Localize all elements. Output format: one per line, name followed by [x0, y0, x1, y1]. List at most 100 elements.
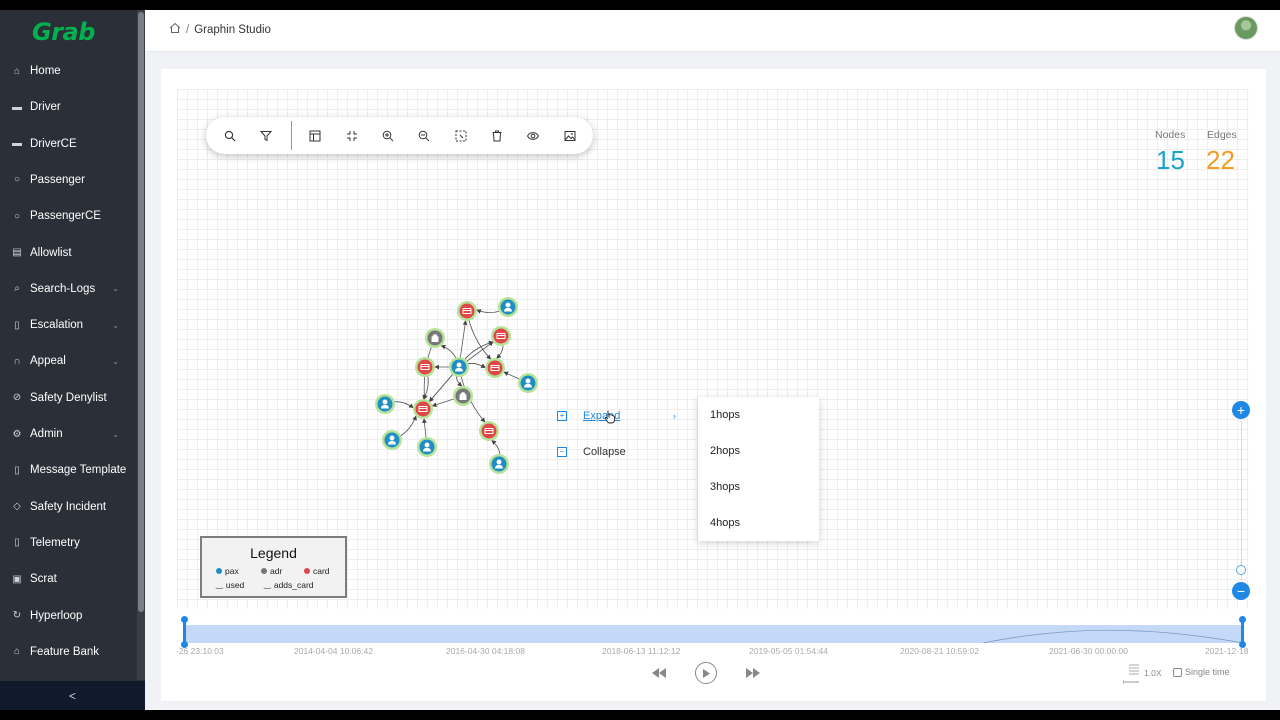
- sidebar-item-passengerce[interactable]: ○ PassengerCE: [0, 198, 137, 234]
- sidebar-item-driver[interactable]: ▬ Driver: [0, 89, 137, 125]
- legend-label-adds-card: adds_card: [273, 579, 314, 590]
- legend-label-adr: adr: [270, 566, 283, 576]
- bank-icon: ⌂: [13, 646, 21, 658]
- sidebar-item-hyperloop[interactable]: ↻ Hyperloop: [0, 598, 137, 634]
- timeline-tick: -26 23:10:03: [176, 646, 224, 656]
- graph-node-card[interactable]: [457, 301, 477, 321]
- filter-button[interactable]: [257, 127, 275, 145]
- chevron-down-icon: ⌄: [112, 356, 119, 366]
- graph-node-card[interactable]: [415, 357, 435, 377]
- graph-node-pax[interactable]: [417, 437, 437, 457]
- select-button[interactable]: [452, 127, 470, 145]
- graph-node-adr[interactable]: [453, 386, 473, 406]
- adr-dot-icon: [261, 568, 267, 574]
- graph-node-card[interactable]: [491, 326, 511, 346]
- single-time-toggle[interactable]: Single time: [1173, 667, 1230, 677]
- graph-node-pax[interactable]: [518, 373, 538, 393]
- zoom-slider-track[interactable]: [1241, 421, 1242, 581]
- edges-label: Edges: [1207, 129, 1237, 141]
- user-avatar[interactable]: [1234, 16, 1258, 40]
- submenu-1hops[interactable]: 1hops: [698, 397, 819, 433]
- user-icon: ○: [13, 210, 21, 222]
- image-icon: [564, 131, 576, 141]
- zoom-out-icon: [418, 130, 430, 142]
- sidebar-item-message-template[interactable]: ▯ Message Template: [0, 452, 137, 488]
- sidebar-item-admin[interactable]: ⚙ Admin ⌄: [0, 416, 137, 452]
- graph-node-pax[interactable]: [449, 357, 469, 377]
- sidebar-item-label: DriverCE: [30, 137, 77, 150]
- grab-logo[interactable]: Grab: [32, 18, 95, 46]
- graph-node-card[interactable]: [485, 358, 505, 378]
- sidebar-item-search-logs[interactable]: ⌕ Search-Logs ⌄: [0, 271, 137, 307]
- zoom-out-button[interactable]: −: [1232, 582, 1250, 600]
- graph-node-pax[interactable]: [489, 454, 509, 474]
- sidebar-item-escalation[interactable]: ▯ Escalation ⌄: [0, 307, 137, 343]
- graph-toolbar: [206, 117, 593, 154]
- graph-node-adr[interactable]: [425, 328, 445, 348]
- chevron-right-icon: ›: [673, 411, 676, 421]
- graph-node-card[interactable]: [479, 421, 499, 441]
- context-collapse-item[interactable]: − Collapse: [545, 435, 687, 469]
- sidebar-item-telemetry[interactable]: ▯ Telemetry: [0, 525, 137, 561]
- fast-forward-button[interactable]: [745, 665, 761, 681]
- timeline-tick: 2019-05-05 01:54:44: [749, 646, 828, 656]
- sidebar-item-label: Hyperloop: [30, 609, 83, 622]
- sidebar-item-label: Safety Incident: [30, 500, 107, 513]
- sidebar-item-label: Escalation: [30, 319, 84, 332]
- timeline-start-handle[interactable]: [181, 616, 188, 648]
- select-icon: [455, 130, 467, 142]
- sidebar-item-passenger[interactable]: ○ Passenger: [0, 162, 137, 198]
- graph-stats: Nodes Edges 15 22: [1155, 129, 1265, 189]
- zoom-in-button[interactable]: +: [1232, 401, 1250, 419]
- sidebar-item-safety-denylist[interactable]: ⊘ Safety Denylist: [0, 380, 137, 416]
- headset-icon: ∩: [13, 355, 21, 367]
- fast-forward-icon: [746, 668, 760, 678]
- submenu-2hops[interactable]: 2hops: [698, 433, 819, 469]
- search-button[interactable]: [221, 127, 239, 145]
- image-button[interactable]: [561, 127, 579, 145]
- sidebar-item-home[interactable]: ⌂ Home: [0, 53, 137, 89]
- zoom-in-button[interactable]: [379, 127, 397, 145]
- sidebar-item-driverce[interactable]: ▬ DriverCE: [0, 126, 137, 162]
- timeline-tick: 2021-06-30 00:00:00: [1049, 646, 1128, 656]
- chevron-down-icon: ⌄: [112, 320, 119, 330]
- sidebar-item-feature-bank[interactable]: ⌂ Feature Bank: [0, 634, 137, 670]
- sidebar-collapse-button[interactable]: <: [0, 681, 145, 710]
- submenu-4hops[interactable]: 4hops: [698, 505, 819, 541]
- phone-icon: ▯: [14, 537, 20, 549]
- home-icon[interactable]: [169, 22, 181, 37]
- graph-node-card[interactable]: [413, 399, 433, 419]
- rewind-icon: [652, 668, 666, 678]
- sidebar-item-scrat[interactable]: ▣ Scrat: [0, 561, 137, 597]
- play-button[interactable]: [695, 662, 717, 684]
- app-window: Grab ⌂ Home ▬ Driver ▬ DriverCE ○ Passenger ○ Pas…: [0, 10, 1280, 710]
- submenu-3hops[interactable]: 3hops: [698, 469, 819, 505]
- sidebar-item-appeal[interactable]: ∩ Appeal ⌄: [0, 343, 137, 379]
- timeline-bar[interactable]: [183, 625, 1243, 643]
- context-expand-item[interactable]: + Expand ›: [545, 399, 687, 433]
- list-icon: ▤: [12, 247, 22, 258]
- zoom-out-button[interactable]: [415, 127, 433, 145]
- speed-slider-icon: [1123, 664, 1139, 684]
- context-menu: + Expand › − Collapse: [545, 399, 687, 475]
- graph-node-pax[interactable]: [375, 394, 395, 414]
- sidebar-item-safety-incident[interactable]: ◇ Safety Incident: [0, 489, 137, 525]
- edges-count: 22: [1206, 145, 1235, 175]
- graph-node-pax[interactable]: [498, 297, 518, 317]
- sidebar-scroll-thumb[interactable]: [138, 12, 144, 612]
- graph-legend: Legend pax adr card ‿ used ‿ adds_card: [200, 536, 347, 598]
- graph-canvas[interactable]: Nodes Edges 15 22 + Expand › − Collapse: [177, 89, 1250, 609]
- timeline-end-handle[interactable]: [1239, 616, 1246, 648]
- sidebar-item-allowlist[interactable]: ▤ Allowlist: [0, 235, 137, 271]
- eye-button[interactable]: [524, 127, 542, 145]
- legend-label-pax: pax: [225, 566, 239, 576]
- single-time-checkbox[interactable]: [1173, 667, 1182, 677]
- fullscreen-button[interactable]: [343, 127, 361, 145]
- timeline-tick: 2014-04-04 10:06:42: [294, 646, 373, 656]
- graph-node-pax[interactable]: [382, 430, 402, 450]
- zoom-slider-handle[interactable]: [1236, 565, 1246, 575]
- rewind-button[interactable]: [651, 665, 667, 681]
- delete-button[interactable]: [488, 127, 506, 145]
- layout-button[interactable]: [306, 127, 324, 145]
- speed-control[interactable]: 1.0X: [1123, 663, 1169, 685]
